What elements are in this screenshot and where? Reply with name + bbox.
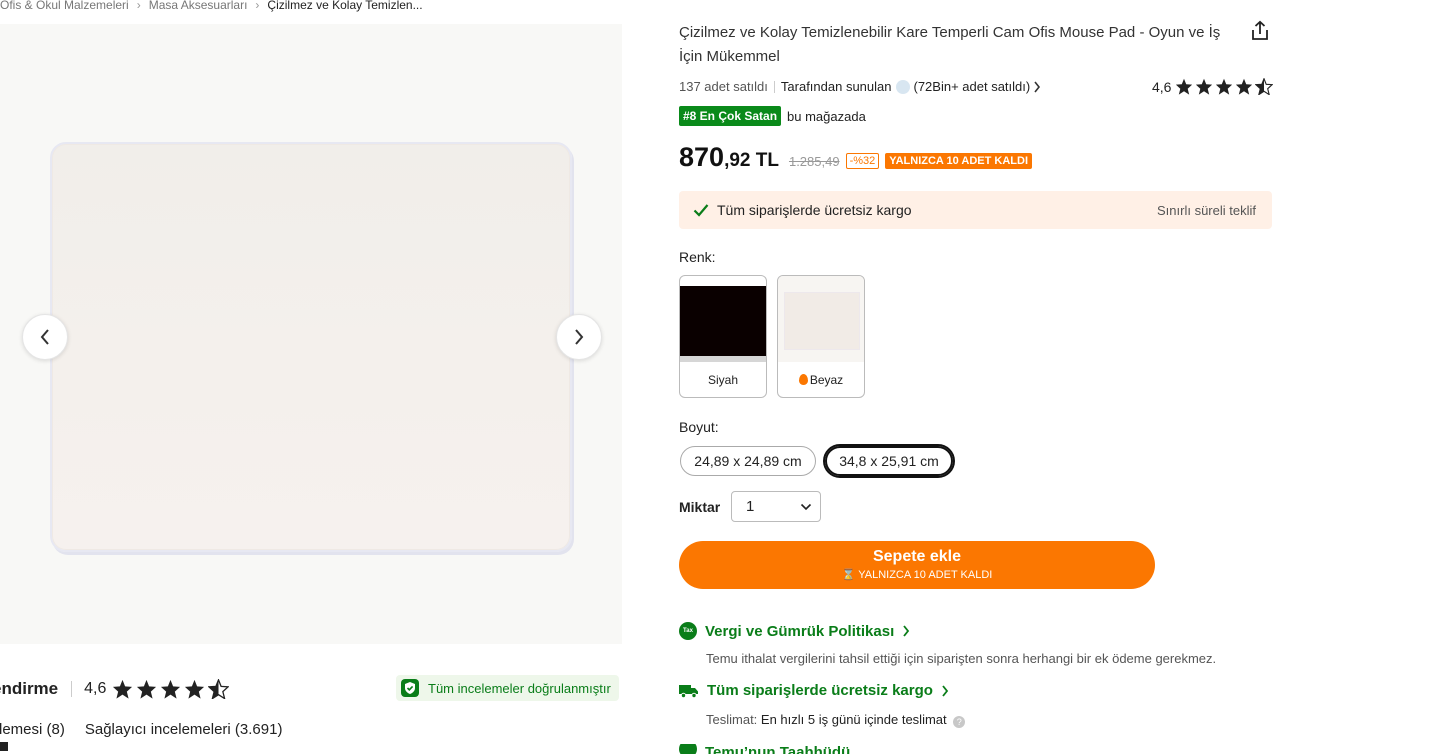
flame-icon [798,374,808,385]
divider [773,80,775,93]
star-icon [1236,78,1253,95]
hourglass-icon: ⌛ [841,569,856,581]
chevron-down-icon [800,503,812,510]
size-option-small[interactable]: 24,89 x 24,89 cm [680,446,816,476]
color-option-label: Beyaz [778,373,864,387]
verified-reviews-label: Tüm incelemeler doğrulanmıştır [428,680,611,696]
product-gallery [0,24,622,644]
add-to-cart-label: Sepete ekle [872,548,962,565]
commitment-icon [679,744,697,754]
quantity-value: 1 [746,498,755,515]
truck-icon [679,684,698,698]
breadcrumb: Ofis & Okul Malzemeleri › Masa Aksesuarl… [0,0,423,14]
price-old: 1.285,49 [788,154,840,169]
delivery-label: Teslimat: [706,712,758,727]
price-row: 870 ,92 TL 1.285,49 -%32 YALNIZCA 10 ADE… [679,142,1033,173]
star-icon [1216,78,1233,95]
seller-sales[interactable]: (72Bin+ adet satıldı) [914,79,1031,94]
tax-policy-text: Temu ithalat vergilerini tahsil ettiği i… [706,651,1217,666]
best-seller-badge[interactable]: #8 En Çok Satan [679,106,782,126]
free-shipping-link[interactable]: Tüm siparişlerde ücretsiz kargo [679,682,949,699]
star-icon [1176,78,1193,95]
color-option-label: Siyah [707,373,739,387]
color-thumbnail [680,286,766,362]
star-half-icon [208,679,230,699]
gallery-prev-button[interactable] [22,314,68,360]
check-icon [693,204,709,217]
color-label: Renk: [679,249,716,265]
chevron-left-icon [40,329,49,345]
share-icon [1252,20,1268,40]
product-image[interactable] [50,142,572,552]
limited-offer-text: Sınırlı süreli teklif [1157,202,1256,218]
add-to-cart-stock: YALNIZCA 10 ADET KALDI [858,569,993,581]
verified-reviews-badge: Tüm incelemeler doğrulanmıştır [396,675,619,701]
divider [71,681,73,697]
sold-count: 137 adet satıldı [679,79,768,94]
delivery-value: En hızlı 5 iş günü içinde teslimat [760,712,947,727]
breadcrumb-item[interactable]: Masa Aksesuarları [149,0,248,12]
price-main: 870 [679,142,725,172]
size-label: Boyut: [679,419,719,435]
share-button[interactable] [1249,20,1271,42]
free-shipping-text: Tüm siparişlerde ücretsiz kargo [717,202,912,218]
discount-badge: -%32 [845,153,880,169]
breadcrumb-current: Çizilmez ve Kolay Temizlen... [267,0,423,12]
reviews-title: endirme [0,679,59,698]
star-icon [113,679,133,699]
review-tabs: lemesi (8) Sağlayıcı incelemeleri (3.691… [0,721,282,738]
chevron-right-icon [903,625,910,637]
size-option-large[interactable]: 34,8 x 25,91 cm [823,444,955,478]
add-to-cart-sublabel: ⌛ YALNIZCA 10 ADET KALDI [679,568,1155,581]
breadcrumb-item[interactable]: Ofis & Okul Malzemeleri [0,0,129,12]
breadcrumb-separator: › [136,0,141,12]
quantity-label: Miktar [679,499,721,515]
shield-check-icon [401,679,419,697]
free-shipping-title: Tüm siparişlerde ücretsiz kargo [707,682,933,699]
breadcrumb-separator: › [255,0,260,12]
color-thumbnail [778,276,864,362]
chevron-right-icon [942,684,949,697]
price-cents: ,92 TL [724,150,779,171]
tax-policy-link[interactable]: Tax Vergi ve Gümrük Politikası [679,622,910,640]
seller-logo-icon[interactable] [895,79,910,94]
reviews-rating-value: 4,6 [84,680,107,697]
cut-off-glyph [0,742,8,751]
gallery-next-button[interactable] [556,314,602,360]
free-shipping-banner: Tüm siparişlerde ücretsiz kargo Sınırlı … [679,191,1272,229]
reviews-header: endirme 4,6 Tüm incelemeler doğrulanmışt… [0,675,622,702]
color-option-black[interactable]: Siyah [679,275,767,398]
star-icon [137,679,157,699]
commitment-link[interactable]: Temu’nun Taahhüdü [679,744,879,754]
delivery-info: Teslimat: En hızlı 5 iş günü içinde tesl… [706,712,966,728]
seller-prefix[interactable]: Tarafından sunulan [781,79,892,94]
help-icon[interactable]: ? [953,716,966,728]
product-rating[interactable]: 4,6 [1152,78,1274,95]
chevron-right-icon [575,329,584,345]
rating-stars [1175,78,1274,95]
commitment-title: Temu’nun Taahhüdü [705,744,851,754]
color-option-white[interactable]: Beyaz [777,275,865,398]
star-icon [161,679,181,699]
star-icon [1196,78,1213,95]
tax-policy-title: Vergi ve Gümrük Politikası [705,622,895,640]
color-option-text: Beyaz [809,373,844,387]
star-half-icon [1255,78,1274,95]
stock-badge: YALNIZCA 10 ADET KALDI [885,153,1033,169]
rating-value: 4,6 [1152,78,1172,95]
product-title: Çizilmez ve Kolay Temizlenebilir Kare Te… [679,24,1221,65]
best-seller-row: #8 En Çok Satan bu mağazada [679,106,866,126]
best-seller-suffix: bu mağazada [787,108,866,124]
tax-icon: Tax [679,622,697,640]
reviews-stars [112,679,230,699]
tab-item-reviews[interactable]: lemesi (8) [0,721,65,738]
quantity-select[interactable]: 1 [731,491,821,522]
chevron-right-icon[interactable] [1033,81,1041,93]
sales-seller-row: 137 adet satıldı Tarafından sunulan (72B… [679,79,1041,94]
star-icon [185,679,205,699]
add-to-cart-button[interactable]: Sepete ekle ⌛ YALNIZCA 10 ADET KALDI [679,541,1155,589]
tab-provider-reviews[interactable]: Sağlayıcı incelemeleri (3.691) [85,721,283,738]
